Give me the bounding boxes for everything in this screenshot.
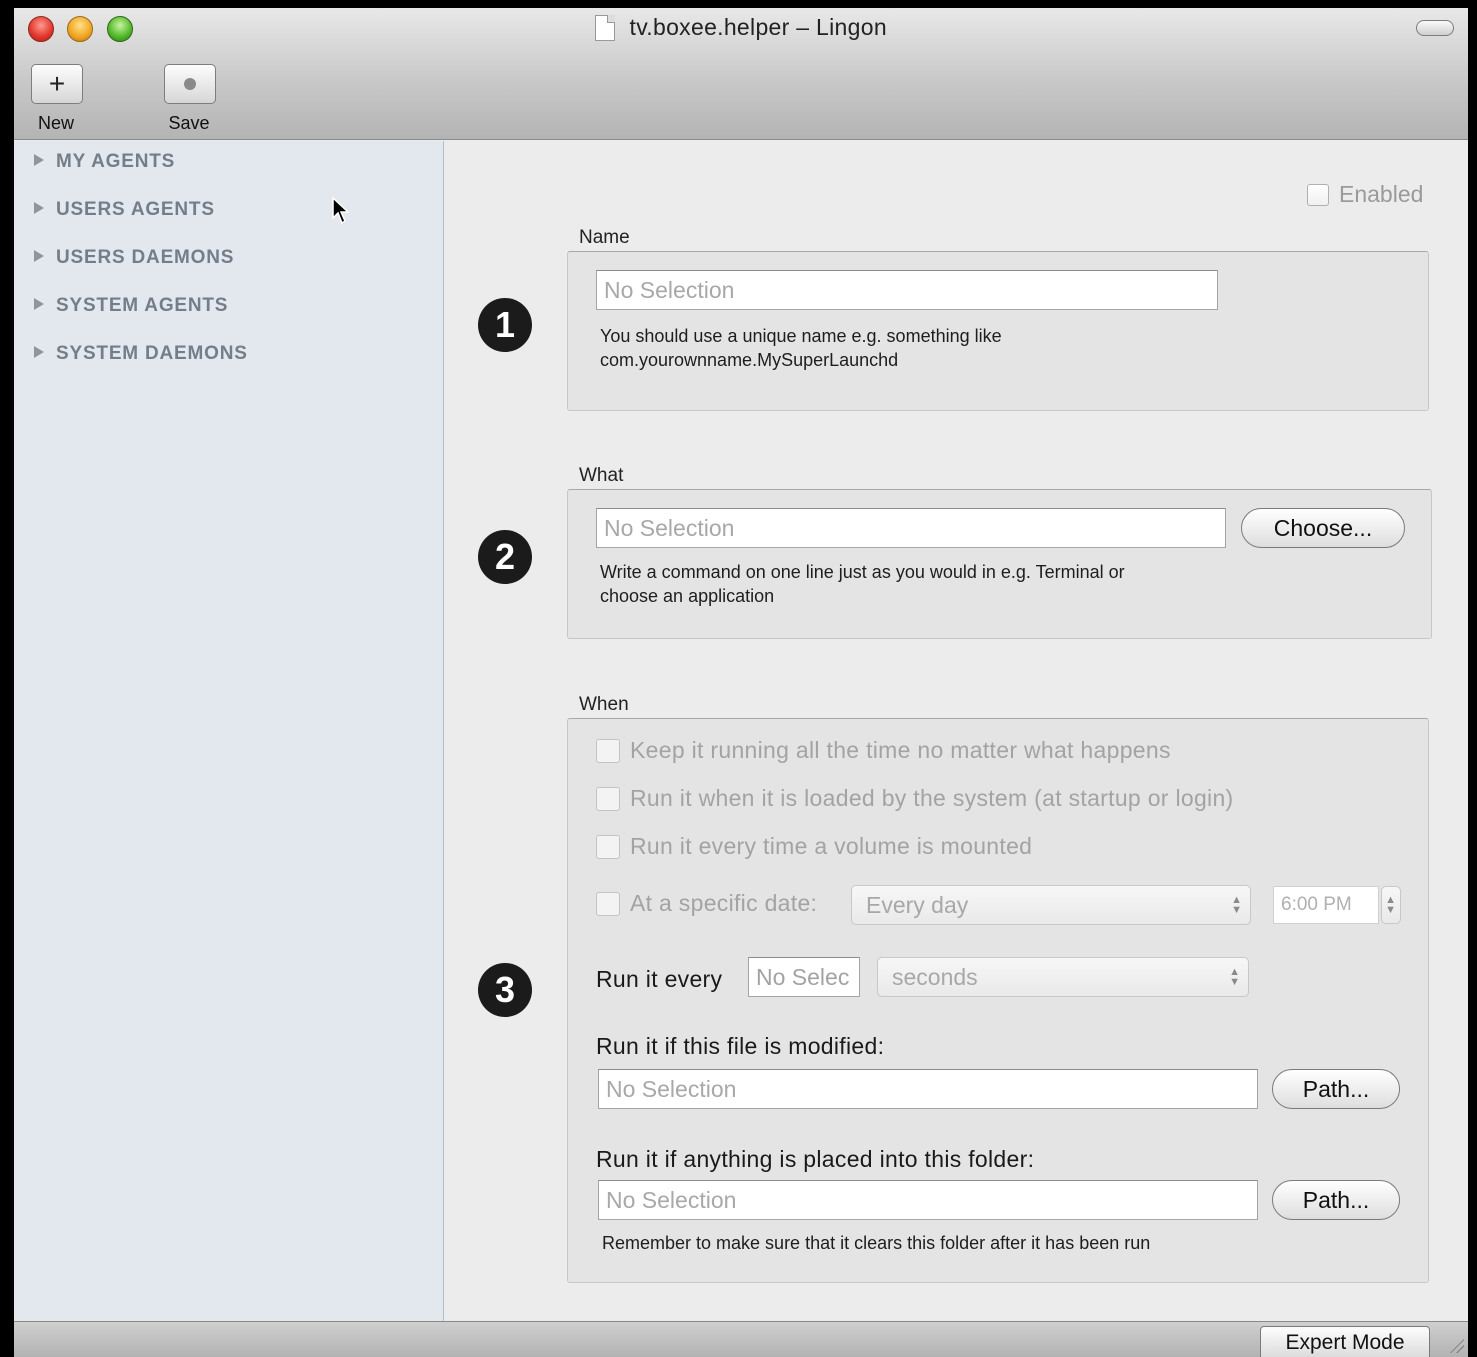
name-group-box: No Selection You should use a unique nam… [567,251,1429,411]
run-on-mount-option[interactable]: Run it every time a volume is mounted [596,833,1032,860]
disclosure-triangle-icon [34,250,44,262]
run-at-load-option[interactable]: Run it when it is loaded by the system (… [596,785,1234,812]
popup-arrows-icon: ▲ ▼ [1231,894,1242,916]
toolbar-toggle-button[interactable] [1416,20,1454,36]
enabled-checkbox[interactable]: Enabled [1307,181,1423,208]
interval-field[interactable]: No Selec [748,957,860,997]
stepper-arrows-icon: ▲ ▼ [1385,894,1396,916]
run-every-label: Run it every [596,966,723,992]
title-bar: tv.boxee.helper – Lingon + New Save [14,8,1468,140]
bottom-bar: Expert Mode [14,1321,1468,1357]
sidebar-item-my-agents[interactable]: MY AGENTS [34,151,175,173]
run-on-mount-checkbox[interactable] [596,834,620,859]
plus-icon: + [48,68,66,99]
date-frequency-popup[interactable]: Every day ▲ ▼ [851,885,1251,925]
when-section-label: When [579,694,629,715]
new-button[interactable]: + [31,64,83,104]
choose-button[interactable]: Choose... [1241,508,1405,548]
sidebar-item-system-daemons[interactable]: SYSTEM DAEMONS [34,343,248,365]
window-title: tv.boxee.helper – Lingon [629,14,887,40]
window-title-group: tv.boxee.helper – Lingon [14,14,1468,41]
what-help-text: Write a command on one line just as you … [600,562,1125,606]
run-at-load-checkbox[interactable] [596,786,620,811]
disclosure-triangle-icon [34,154,44,166]
sidebar-item-users-daemons[interactable]: USERS DAEMONS [34,247,234,269]
main-panel: Enabled Name 1 No Selection You should u… [445,141,1468,1321]
step-1-badge: 1 [478,298,532,352]
sidebar-item-users-agents[interactable]: USERS AGENTS [34,199,215,221]
watch-folder-field[interactable]: No Selection [598,1180,1258,1220]
folder-path-button[interactable]: Path... [1272,1180,1400,1220]
disclosure-triangle-icon [34,298,44,310]
watch-file-field[interactable]: No Selection [598,1069,1258,1109]
disclosure-triangle-icon [34,202,44,214]
enabled-label: Enabled [1339,181,1424,207]
name-section-label: Name [579,227,630,248]
mouse-pointer-icon [332,197,350,225]
document-icon [595,14,616,41]
step-2-badge: 2 [478,530,532,584]
sidebar-item-system-agents[interactable]: SYSTEM AGENTS [34,295,228,317]
what-group-box: No Selection Choose... Write a command o… [567,489,1432,639]
time-stepper[interactable]: ▲ ▼ [1381,886,1401,924]
name-help-text: You should use a unique name e.g. someth… [600,326,1002,370]
file-path-button[interactable]: Path... [1272,1069,1400,1109]
specific-date-option[interactable]: At a specific date: [596,890,817,917]
step-3-badge: 3 [478,963,532,1017]
keep-running-option[interactable]: Keep it running all the time no matter w… [596,737,1171,764]
sidebar: MY AGENTS USERS AGENTS USERS DAEMONS SYS… [14,141,444,1321]
interval-unit-popup[interactable]: seconds ▲ ▼ [877,957,1249,997]
time-field[interactable]: 6:00 PM [1273,886,1379,924]
popup-arrows-icon: ▲ ▼ [1229,966,1240,988]
resize-grip-icon[interactable] [1448,1337,1464,1353]
keep-running-checkbox[interactable] [596,738,620,763]
save-button[interactable] [164,64,216,104]
file-modified-label: Run it if this file is modified: [596,1033,885,1059]
app-window: tv.boxee.helper – Lingon + New Save MY A… [14,8,1468,1357]
when-group-box: Keep it running all the time no matter w… [567,718,1429,1283]
folder-label: Run it if anything is placed into this f… [596,1146,1035,1172]
expert-mode-button[interactable]: Expert Mode [1260,1326,1430,1357]
folder-help-text: Remember to make sure that it clears thi… [602,1233,1151,1253]
command-field[interactable]: No Selection [596,508,1226,548]
what-section-label: What [579,465,624,486]
specific-date-checkbox[interactable] [596,891,620,916]
name-field[interactable]: No Selection [596,270,1218,310]
enabled-checkbox-box[interactable] [1307,183,1329,206]
disclosure-triangle-icon [34,346,44,358]
new-button-label: New [37,113,74,133]
save-button-label: Save [168,113,210,133]
record-dot-icon [184,78,196,90]
